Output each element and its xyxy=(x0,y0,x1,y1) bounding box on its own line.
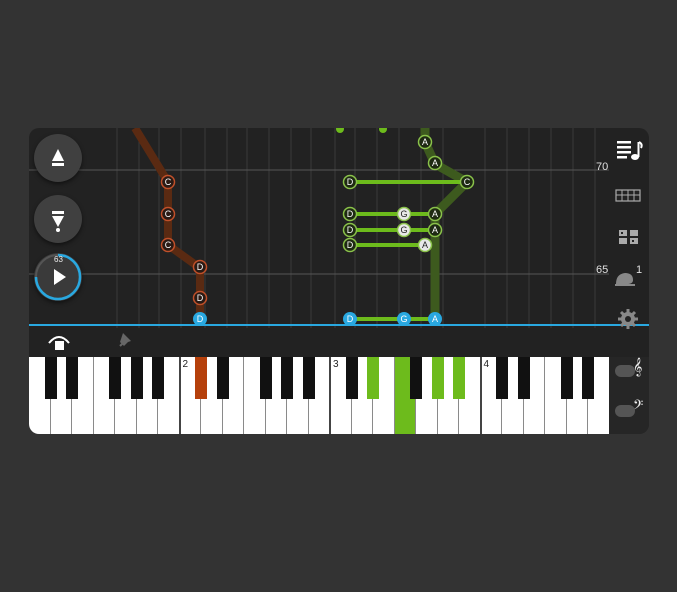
tempo-marker-lower: 65 xyxy=(596,264,609,276)
black-key[interactable] xyxy=(281,357,293,399)
black-key[interactable] xyxy=(152,357,164,399)
metronome-hand-icon[interactable] xyxy=(47,331,71,351)
black-key[interactable] xyxy=(560,357,573,399)
note-label: D xyxy=(347,314,354,324)
octave-label: 3 xyxy=(333,359,339,370)
arrow-up-icon xyxy=(52,149,64,166)
black-key[interactable] xyxy=(44,357,57,399)
song-list-icon[interactable] xyxy=(615,136,643,162)
note-label: A xyxy=(432,209,438,219)
note-d-active: D xyxy=(193,312,207,326)
black-key[interactable] xyxy=(109,357,121,399)
black-key[interactable] xyxy=(517,357,530,399)
grid-view-icon[interactable] xyxy=(617,228,641,246)
octave-separator xyxy=(178,357,181,434)
black-key[interactable] xyxy=(410,357,422,399)
speed-down-button[interactable] xyxy=(34,195,82,243)
treble-clef-icon: 𝄞 xyxy=(633,359,643,376)
play-button[interactable]: 63 xyxy=(34,253,82,301)
note-label: D xyxy=(347,225,354,235)
black-key[interactable] xyxy=(216,357,229,399)
piano-app: C C C D D D A A D C D G A D G A D A D G … xyxy=(29,128,649,434)
play-icon xyxy=(54,269,66,285)
note-label: C xyxy=(464,177,471,187)
note-label: G xyxy=(400,314,407,324)
octave-label: 4 xyxy=(483,359,490,370)
note-label: A xyxy=(432,314,438,324)
black-key[interactable] xyxy=(453,357,465,399)
black-key[interactable] xyxy=(302,357,315,399)
octave-separator xyxy=(479,357,482,434)
settings-icon[interactable] xyxy=(617,308,639,330)
speed-up-button[interactable] xyxy=(34,134,82,182)
note-label: A xyxy=(422,240,428,250)
note-label: G xyxy=(400,209,407,219)
note-d-1: D xyxy=(192,259,208,275)
note-label: C xyxy=(165,177,172,187)
pin-icon[interactable] xyxy=(117,331,135,349)
note-label: A xyxy=(432,225,438,235)
black-key[interactable] xyxy=(582,357,594,399)
note-label: A xyxy=(422,137,428,147)
octave-label: 2 xyxy=(182,359,189,370)
piano-roll: C C C D D D A A D C D G A D G A D A D G … xyxy=(29,128,649,328)
black-key[interactable] xyxy=(496,357,508,399)
note-label: C xyxy=(165,240,172,250)
note-label: D xyxy=(197,262,204,272)
treble-toggle[interactable] xyxy=(615,365,635,377)
arrow-down-icon xyxy=(52,211,64,232)
note-c-2: C xyxy=(160,206,176,222)
black-key[interactable] xyxy=(66,357,78,399)
left-hand-trail xyxy=(131,128,204,318)
note-label: A xyxy=(432,158,438,168)
note-c-1: C xyxy=(160,174,176,190)
black-key[interactable] xyxy=(431,357,444,399)
note-label: G xyxy=(400,225,407,235)
note-d-2: D xyxy=(192,290,208,306)
octave-separator xyxy=(329,357,331,434)
note-label: D xyxy=(347,240,354,250)
note-label: D xyxy=(197,314,204,324)
black-key[interactable] xyxy=(195,357,207,399)
note-label: D xyxy=(347,177,354,187)
black-key[interactable] xyxy=(259,357,272,399)
note-label: D xyxy=(347,209,354,219)
piano-keyboard[interactable]: 2 3 4 xyxy=(29,357,610,434)
note-label: C xyxy=(165,209,172,219)
note-label: D xyxy=(197,293,204,303)
clef-panel: 𝄞 𝄢 xyxy=(609,357,649,434)
black-key[interactable] xyxy=(367,357,379,399)
play-progress-label: 63 xyxy=(54,255,63,264)
snail-value: 1 xyxy=(636,264,643,276)
black-key[interactable] xyxy=(130,357,143,399)
keyboard-layout-icon[interactable] xyxy=(615,188,643,204)
bass-clef-icon: 𝄢 xyxy=(633,399,644,416)
roll-grid xyxy=(29,128,609,328)
tempo-marker-upper: 70 xyxy=(596,161,609,173)
note-c-3: C xyxy=(160,237,176,253)
black-key[interactable] xyxy=(345,357,358,399)
bass-toggle[interactable] xyxy=(615,405,635,417)
